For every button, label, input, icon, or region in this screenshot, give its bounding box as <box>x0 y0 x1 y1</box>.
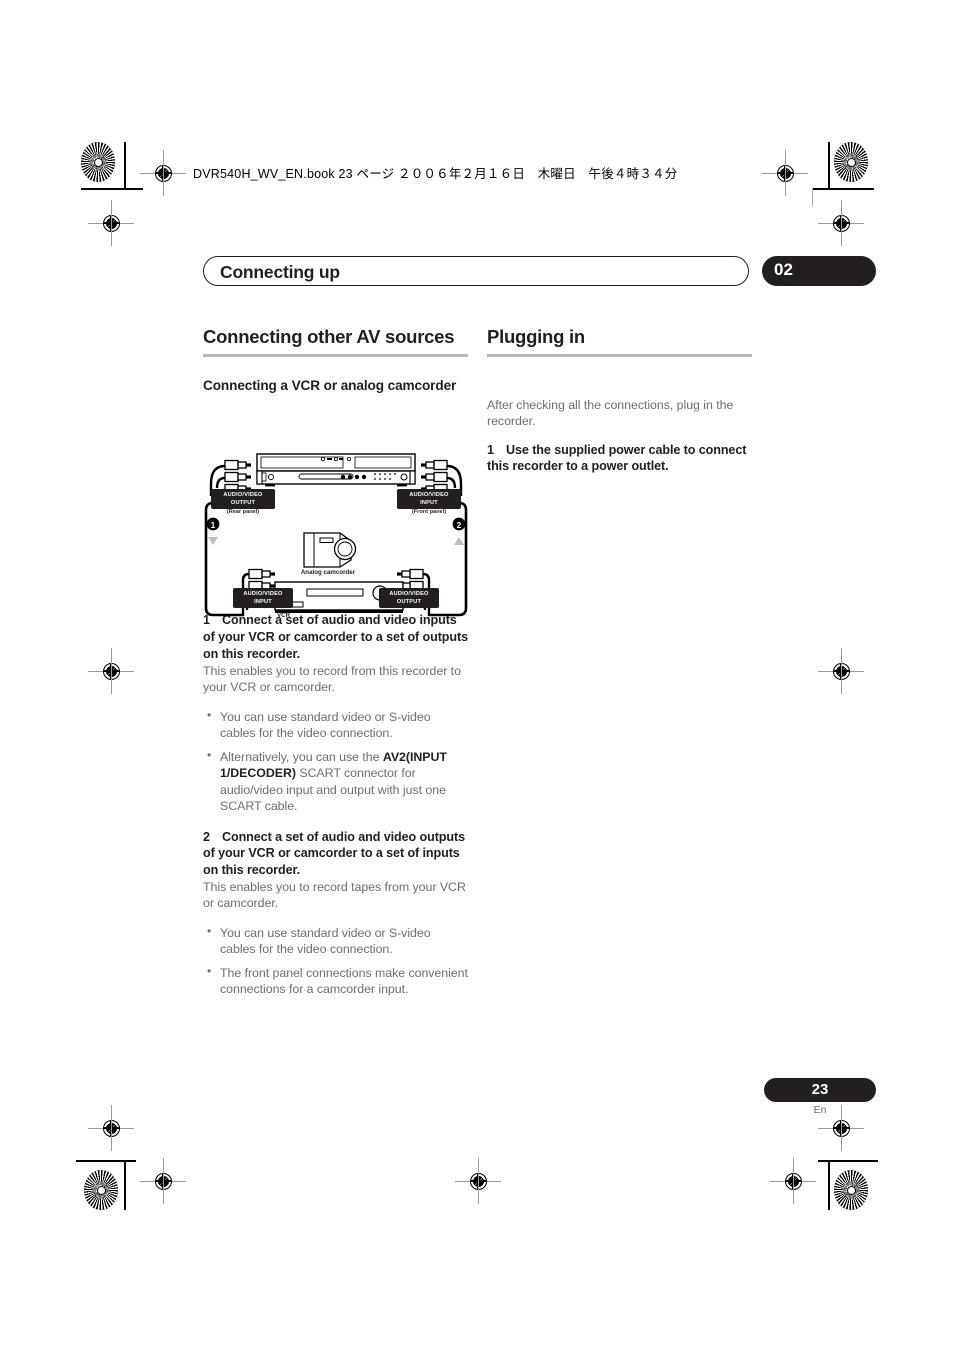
trim-mark-top-left-v <box>124 142 126 190</box>
step-1-bullet-list-left: You can use standard video or S-video ca… <box>203 708 468 815</box>
color-target-top-right <box>834 142 868 182</box>
trim-mark-bottom-right-v <box>828 1160 830 1210</box>
list-item: You can use standard video or S-video ca… <box>203 708 468 742</box>
step-1-body-left: This enables you to record from this rec… <box>203 663 461 695</box>
registration-mark-bottom-right <box>770 1158 816 1204</box>
figure-label-bottom-right-line2: OUTPUT <box>396 599 422 606</box>
figure-label-top-right-line2: INPUT <box>420 500 438 507</box>
right-column: Plugging in After checking all the conne… <box>487 326 752 475</box>
callout-marker-2: 2 <box>452 517 466 545</box>
registration-mark-bottom-left <box>140 1158 186 1204</box>
registration-mark-left-middle <box>88 648 134 694</box>
dvd-recorder-illustration <box>256 453 416 487</box>
figure-label-top-left-line2: OUTPUT <box>230 500 256 507</box>
figure-label-bottom-left-line2: INPUT <box>254 599 272 606</box>
list-item: The front panel connections make conveni… <box>203 964 468 998</box>
registration-mark-left-lower <box>88 1105 134 1151</box>
figure-label-top-right-line1: AUDIO/VIDEO <box>409 492 449 498</box>
list-item: Alternatively, you can use the AV2(INPUT… <box>203 748 468 815</box>
figure-label-bottom-left-box: AUDIO/VIDEO INPUT <box>233 588 293 609</box>
trim-mark-top-left-h <box>81 188 143 190</box>
trim-mark-bottom-left-h <box>76 1160 136 1162</box>
section-title-plugging-in: Plugging in <box>487 326 585 347</box>
left-column: Connecting other AV sources Connecting a… <box>203 326 468 998</box>
callout-marker-1: 1 <box>206 517 220 545</box>
trim-mark-top-right-h <box>812 188 874 190</box>
figure-label-top-left-box: AUDIO/VIDEO OUTPUT <box>211 489 275 510</box>
figure-label-bottom-right-box: AUDIO/VIDEO OUTPUT <box>379 588 439 609</box>
cable-bundle-top-left-b <box>215 476 226 489</box>
registration-mark-left-upper <box>88 200 134 246</box>
figure-caption-rear-panel: (Rear panel) <box>226 509 260 515</box>
plugging-in-intro: After checking all the connections, plug… <box>487 397 734 429</box>
trim-mark-bottom-right-h <box>818 1160 878 1162</box>
running-head-capsule: Connecting up <box>203 256 749 286</box>
page-language-code: En <box>813 1104 827 1116</box>
registration-mark-right-upper <box>818 200 864 246</box>
registration-mark-bottom-center <box>455 1158 501 1204</box>
page-number-badge: 23 <box>764 1078 876 1102</box>
callout-2-number: 2 <box>457 520 462 530</box>
connection-diagram: 1 2 AUDIO/VIDEO OUTPUT (Rear panel) AUDI… <box>203 440 469 628</box>
figure-label-bottom-left-line1: AUDIO/VIDEO <box>243 591 283 597</box>
chapter-number-text: 02 <box>774 260 793 279</box>
page-edge-line-top-right <box>812 188 813 206</box>
callout-1-number: 1 <box>211 520 216 530</box>
bullet-text-before: Alternatively, you can use the <box>220 749 383 764</box>
registration-mark-top-left <box>140 150 186 196</box>
running-head-title: Connecting up <box>220 262 340 282</box>
step-2-bullet-list-left: You can use standard video or S-video ca… <box>203 924 468 998</box>
bullet-text-before: You can use standard video or S-video ca… <box>220 709 431 741</box>
registration-mark-right-middle <box>818 648 864 694</box>
figure-label-bottom-right-line1: AUDIO/VIDEO <box>389 591 429 597</box>
color-target-top-left <box>81 142 115 182</box>
step-1-heading-right: 1 Use the supplied power cable to connect… <box>487 442 752 475</box>
figure-label-vcr: VCR <box>277 612 291 619</box>
trim-mark-top-right-v <box>828 142 830 190</box>
registration-mark-top-right <box>762 150 808 196</box>
chapter-number-badge: 02 <box>762 256 876 286</box>
color-target-bottom-left <box>84 1170 118 1210</box>
cable-bundle-top-right-b <box>446 476 457 489</box>
step-2-body-left: This enables you to record tapes from yo… <box>203 879 466 911</box>
figure-label-top-left-line1: AUDIO/VIDEO <box>223 492 263 498</box>
step-2-number-left: 2 <box>203 829 210 844</box>
analog-camcorder-illustration <box>303 532 357 568</box>
section-title-connecting-other-av-sources: Connecting other AV sources <box>203 326 455 347</box>
bullet-text-before: The front panel connections make conveni… <box>220 965 468 997</box>
figure-label-top-right-box: AUDIO/VIDEO INPUT <box>397 489 461 510</box>
color-target-bottom-right <box>834 1170 868 1210</box>
step-1-number-right: 1 <box>487 442 494 457</box>
step-2-heading-left: 2 Connect a set of audio and video output… <box>203 829 468 879</box>
page-number-text: 23 <box>811 1081 829 1098</box>
figure-caption-front-panel: (Front panel) <box>411 509 447 515</box>
step-2-text-left: Connect a set of audio and video outputs… <box>203 829 465 878</box>
bullet-text-before: You can use standard video or S-video ca… <box>220 925 431 957</box>
figure-label-analog-camcorder: Analog camcorder <box>300 569 356 576</box>
subsection-title-connecting-vcr: Connecting a VCR or analog camcorder <box>203 377 457 393</box>
step-1-text-right: Use the supplied power cable to connect … <box>487 442 747 474</box>
book-file-info-line: DVR540H_WV_EN.book 23 ページ ２００６年２月１６日 木曜日… <box>193 167 678 181</box>
trim-mark-bottom-left-v <box>124 1160 126 1210</box>
list-item: You can use standard video or S-video ca… <box>203 924 468 958</box>
